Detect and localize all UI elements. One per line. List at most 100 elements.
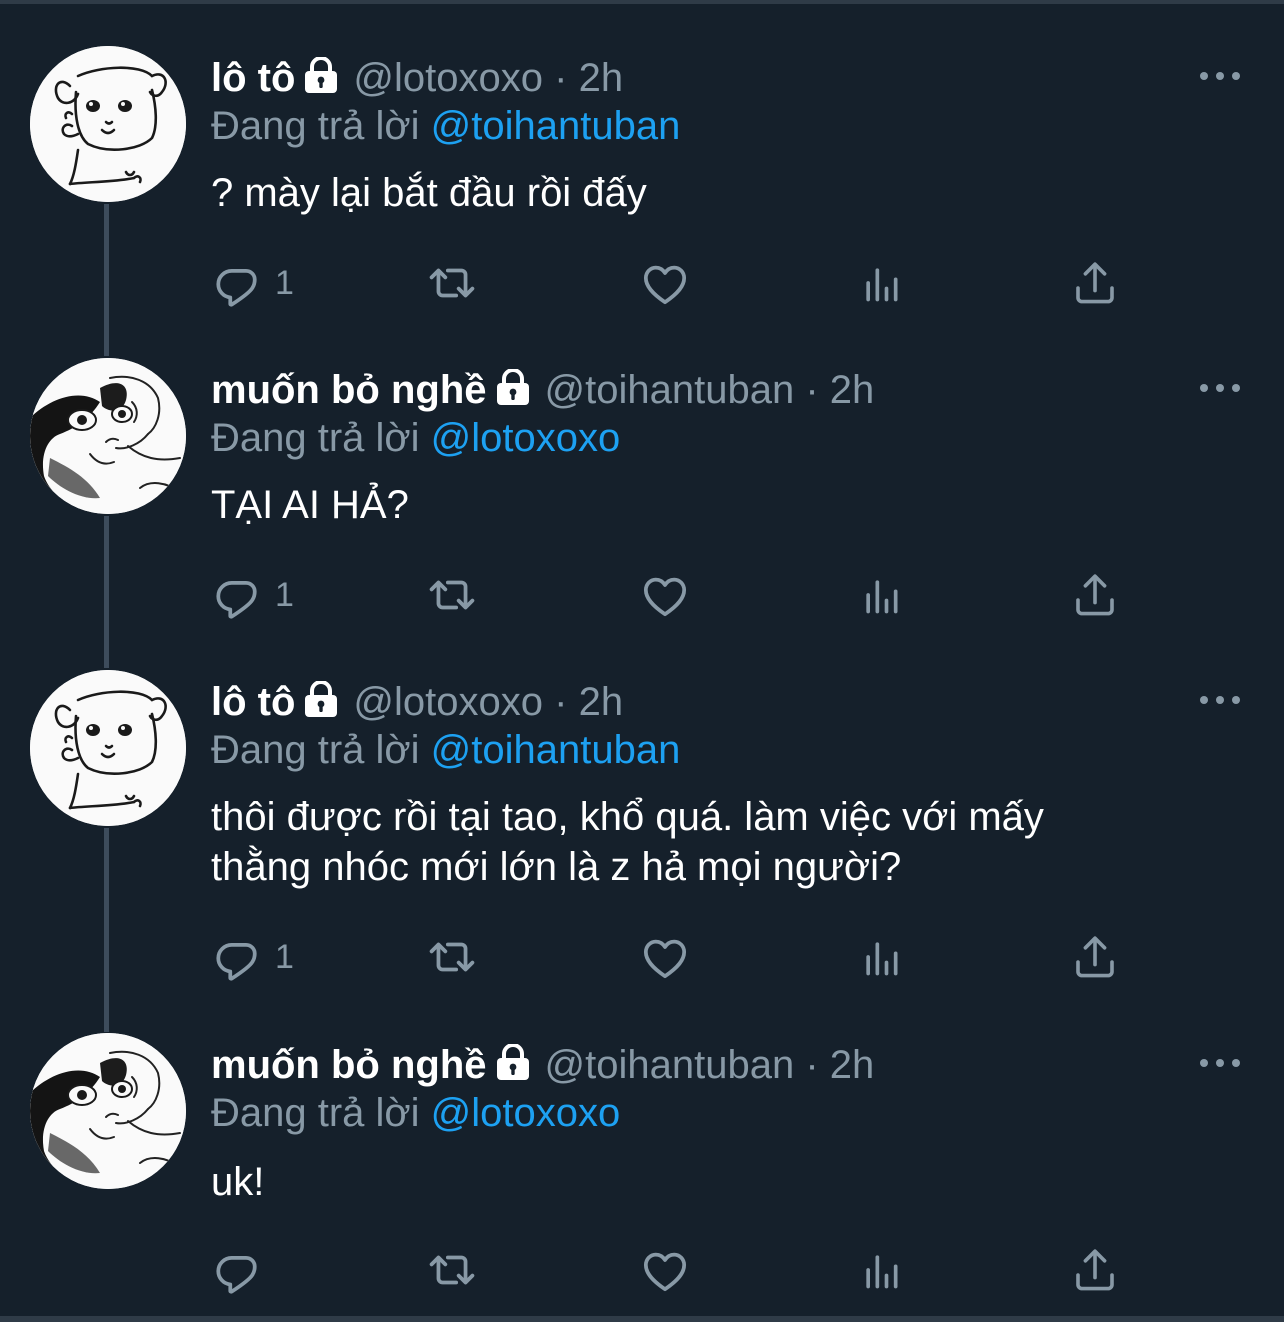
like-button[interactable] [639, 258, 691, 308]
reply-icon [211, 258, 261, 308]
reply-icon [211, 570, 261, 620]
separator-dot: · [554, 680, 568, 724]
like-button[interactable] [639, 1245, 691, 1295]
dog-drawing-avatar-image [30, 46, 186, 202]
like-icon [639, 570, 691, 620]
analytics-button[interactable] [859, 570, 903, 620]
tweet[interactable]: lô tô @lotoxoxo · 2h Đang trả lời @toihan… [0, 670, 1284, 1010]
analytics-icon [859, 570, 903, 620]
reply-button[interactable] [211, 1245, 275, 1295]
boy-sketch-avatar-image [30, 1033, 186, 1189]
reply-count: 1 [275, 263, 294, 302]
tweet-header: muốn bỏ nghề @toihantuban · 2h [211, 1041, 874, 1093]
share-icon [1071, 932, 1119, 982]
separator-dot: · [554, 56, 568, 100]
avatar[interactable] [30, 46, 186, 202]
tweet-text: ? mày lại bắt đầu rồi đấy [211, 171, 647, 215]
mention-link[interactable]: @lotoxoxo [431, 1091, 621, 1135]
display-name[interactable]: muốn bỏ nghề [211, 1043, 487, 1087]
tweet-header: muốn bỏ nghề @toihantuban · 2h [211, 366, 874, 418]
avatar[interactable] [30, 1033, 186, 1189]
retweet-button[interactable] [425, 258, 479, 308]
separator-dot: · [805, 1043, 819, 1087]
share-icon [1071, 1245, 1119, 1295]
reply-button[interactable]: 1 [211, 932, 294, 982]
like-icon [639, 932, 691, 982]
retweet-button[interactable] [425, 570, 479, 620]
timestamp[interactable]: 2h [579, 680, 624, 724]
like-icon [639, 258, 691, 308]
replying-prefix: Đang trả lời [211, 728, 420, 772]
user-handle[interactable]: @lotoxoxo [353, 56, 543, 100]
share-icon [1071, 258, 1119, 308]
tweet-text-line: thôi được rồi tại tao, khổ quá. làm việc… [211, 795, 1044, 839]
analytics-button[interactable] [859, 932, 903, 982]
replying-to: Đang trả lời @lotoxoxo [211, 414, 620, 462]
avatar[interactable] [30, 670, 186, 826]
replying-prefix: Đang trả lời [211, 104, 420, 148]
retweet-icon [425, 570, 479, 620]
top-divider [0, 0, 1284, 4]
replying-prefix: Đang trả lời [211, 1091, 420, 1135]
avatar[interactable] [30, 358, 186, 514]
analytics-icon [859, 1245, 903, 1295]
share-button[interactable] [1071, 570, 1119, 620]
retweet-button[interactable] [425, 1245, 479, 1295]
reply-count: 1 [275, 575, 294, 614]
user-handle[interactable]: @toihantuban [545, 1043, 795, 1087]
analytics-button[interactable] [859, 258, 903, 308]
retweet-icon [425, 258, 479, 308]
tweet[interactable]: lô tô @lotoxoxo · 2h Đang trả lời @toihan… [0, 46, 1284, 336]
more-icon[interactable] [1198, 690, 1242, 710]
reply-count: 1 [275, 937, 294, 976]
mention-link[interactable]: @toihantuban [431, 728, 681, 772]
reply-button[interactable]: 1 [211, 258, 294, 308]
tweet-text: TẠI AI HẢ? [211, 483, 409, 527]
analytics-icon [859, 258, 903, 308]
reply-button[interactable]: 1 [211, 570, 294, 620]
boy-sketch-avatar-image [30, 358, 186, 514]
like-icon [639, 1245, 691, 1295]
analytics-icon [859, 932, 903, 982]
more-icon[interactable] [1198, 1053, 1242, 1073]
like-button[interactable] [639, 570, 691, 620]
replying-prefix: Đang trả lời [211, 416, 420, 460]
replying-to: Đang trả lời @lotoxoxo [211, 1089, 620, 1137]
display-name[interactable]: lô tô [211, 680, 295, 724]
retweet-icon [425, 932, 479, 982]
display-name[interactable]: muốn bỏ nghề [211, 368, 487, 412]
tweet-text: uk! [211, 1160, 265, 1204]
timestamp[interactable]: 2h [830, 1043, 875, 1087]
dog-drawing-avatar-image [30, 670, 186, 826]
retweet-button[interactable] [425, 932, 479, 982]
tweet[interactable]: muốn bỏ nghề @toihantuban · 2h Đang trả l… [0, 358, 1284, 648]
reply-icon [211, 932, 261, 982]
tweet-text-line: thằng nhóc mới lớn là z hả mọi người? [211, 845, 902, 889]
user-handle[interactable]: @lotoxoxo [353, 680, 543, 724]
analytics-button[interactable] [859, 1245, 903, 1295]
share-icon [1071, 570, 1119, 620]
tweet-header: lô tô @lotoxoxo · 2h [211, 54, 623, 106]
separator-dot: · [805, 368, 819, 412]
share-button[interactable] [1071, 932, 1119, 982]
tweet-header: lô tô @lotoxoxo · 2h [211, 678, 623, 730]
share-button[interactable] [1071, 1245, 1119, 1295]
display-name[interactable]: lô tô [211, 56, 295, 100]
user-handle[interactable]: @toihantuban [545, 368, 795, 412]
replying-to: Đang trả lời @toihantuban [211, 726, 680, 774]
mention-link[interactable]: @toihantuban [431, 104, 681, 148]
timestamp[interactable]: 2h [830, 368, 875, 412]
like-button[interactable] [639, 932, 691, 982]
more-icon[interactable] [1198, 66, 1242, 86]
bottom-divider [0, 1316, 1284, 1322]
lock-icon [303, 57, 339, 106]
lock-icon [303, 681, 339, 730]
share-button[interactable] [1071, 258, 1119, 308]
more-icon[interactable] [1198, 378, 1242, 398]
timestamp[interactable]: 2h [579, 56, 624, 100]
mention-link[interactable]: @lotoxoxo [431, 416, 621, 460]
retweet-icon [425, 1245, 479, 1295]
lock-icon [495, 1044, 531, 1093]
tweet[interactable]: muốn bỏ nghề @toihantuban · 2h Đang trả l… [0, 1033, 1284, 1303]
action-bar: 1 [211, 570, 1121, 620]
